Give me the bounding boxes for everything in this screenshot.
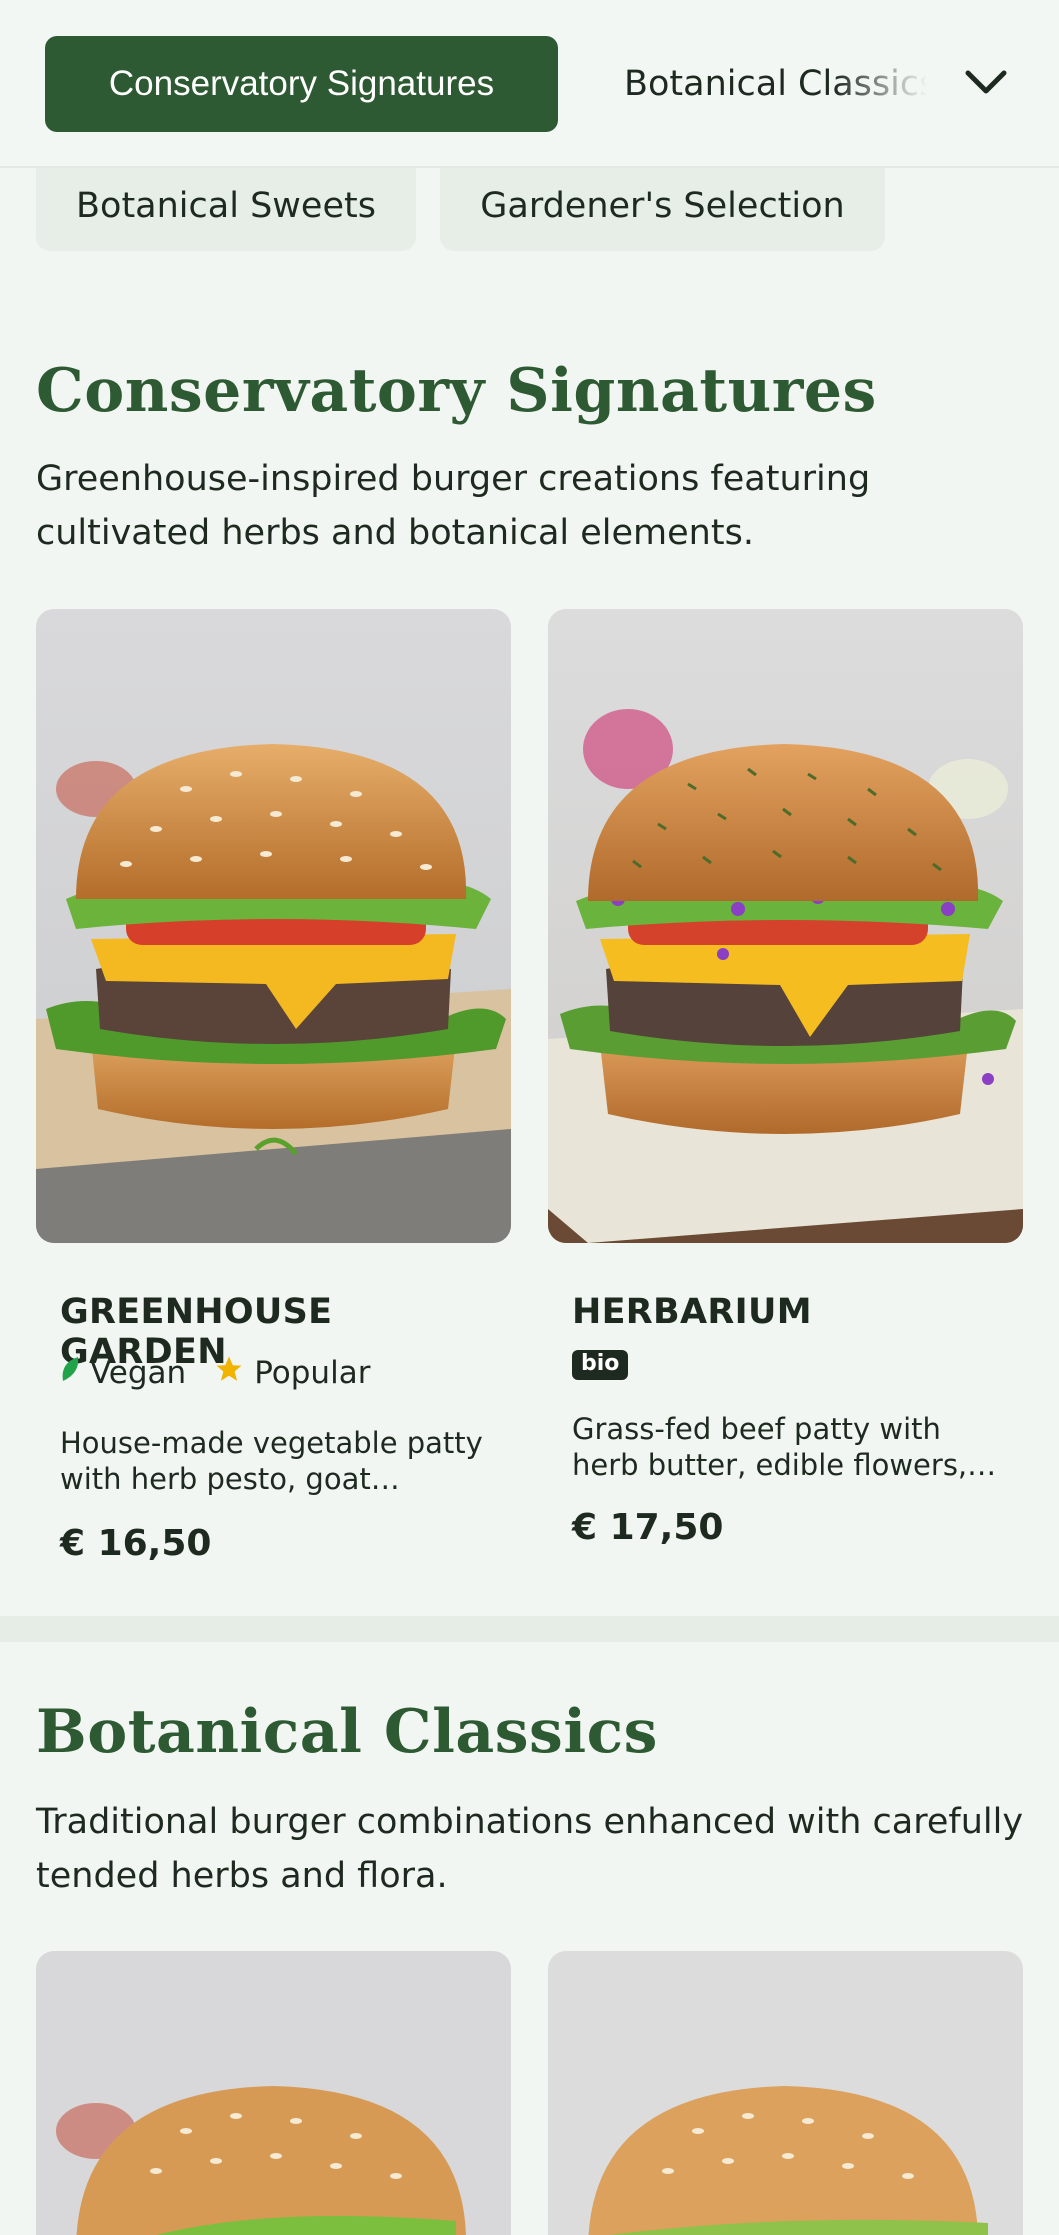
burger-image [36,1951,511,2235]
burger-image [548,609,1023,1243]
menu-item-card[interactable]: GREENHOUSE GARDEN Vegan Popular House-ma… [36,609,511,1579]
item-price: € 16,50 [60,1523,212,1564]
fade-overlay [834,36,944,132]
section-title: Botanical Classics [36,1697,658,1767]
section-title: Conservatory Signatures [36,356,877,426]
burger-image [548,1951,1023,2235]
item-name: HERBARIUM [572,1292,812,1332]
item-tags: bio [572,1350,629,1380]
section-description: Greenhouse-inspired burger creations fea… [36,459,871,553]
leaf-icon [60,1355,80,1391]
item-description: House-made vegetable patty with herb pes… [60,1426,483,1496]
item-tags: Vegan Popular [60,1354,386,1392]
menu-item-card[interactable] [36,1951,511,2235]
tag-label: Vegan [90,1355,187,1391]
chevron-down-icon[interactable] [960,56,1012,108]
category-nav: Conservatory Signatures Botanical Classi… [0,0,1059,168]
section-description: Traditional burger combinations enhanced… [36,1802,1024,1896]
menu-item-card[interactable] [548,1951,1023,2235]
section-divider [0,1616,1059,1642]
tab-botanical-classics[interactable]: Botanical Classics [624,36,944,132]
menu-item-card[interactable]: HERBARIUM bio Grass-fed beef patty with … [548,609,1023,1579]
tag-vegan: Vegan [60,1355,186,1391]
burger-image [36,609,511,1243]
tab-gardeners-selection[interactable]: Gardener's Selection [440,160,885,251]
item-price: € 17,50 [572,1507,724,1548]
bio-badge: bio [572,1350,629,1380]
tab-conservatory-signatures[interactable]: Conservatory Signatures [45,36,558,132]
item-description: Grass-fed beef patty with herb butter, e… [572,1412,968,1482]
tab-botanical-sweets[interactable]: Botanical Sweets [36,160,416,251]
star-icon [214,1354,244,1392]
tag-popular: Popular [214,1354,370,1392]
tag-label: Popular [254,1355,371,1391]
